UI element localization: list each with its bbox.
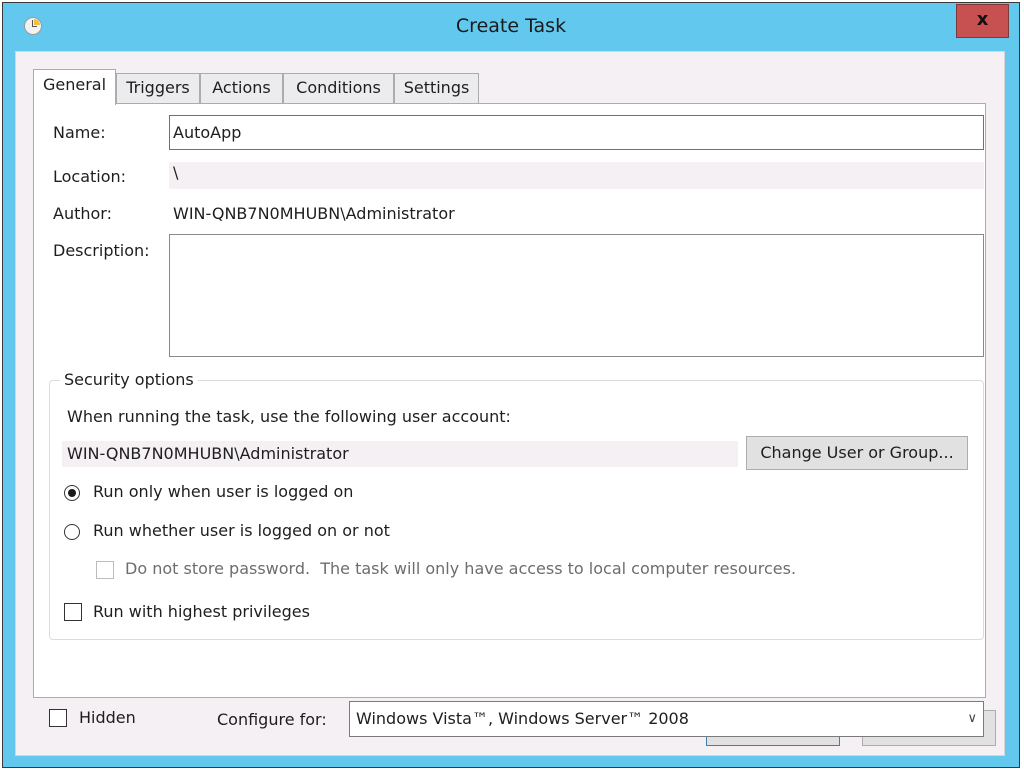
location-value: \ xyxy=(169,162,984,189)
dialog-body: General Triggers Actions Conditions Sett… xyxy=(15,51,1005,756)
chevron-down-icon: ∨ xyxy=(967,711,977,726)
name-label: Name: xyxy=(53,123,106,142)
change-user-or-group-button[interactable]: Change User or Group... xyxy=(746,436,968,470)
run-whether-logged-on-label[interactable]: Run whether user is logged on or not xyxy=(93,521,390,540)
configure-for-value: Windows Vista™, Windows Server™ 2008 xyxy=(356,709,689,728)
highest-privileges-checkbox[interactable] xyxy=(64,603,82,621)
security-options-legend: Security options xyxy=(60,370,198,389)
author-value: WIN-QNB7N0MHUBN\Administrator xyxy=(173,204,455,223)
tab-conditions[interactable]: Conditions xyxy=(283,73,394,103)
run-only-logged-on-radio[interactable] xyxy=(64,485,80,501)
author-label: Author: xyxy=(53,204,112,223)
run-whether-logged-on-radio[interactable] xyxy=(64,524,80,540)
general-tab-panel: Name: Location: \ Author: WIN-QNB7N0MHUB… xyxy=(33,103,986,737)
description-input[interactable] xyxy=(169,234,984,357)
create-task-window: Create Task x General Triggers Actions C… xyxy=(2,2,1020,768)
close-button[interactable]: x xyxy=(956,4,1009,38)
tab-general[interactable]: General xyxy=(33,69,116,105)
title-bar[interactable]: Create Task x xyxy=(3,3,1019,51)
account-prompt: When running the task, use the following… xyxy=(67,407,511,426)
run-only-logged-on-label[interactable]: Run only when user is logged on xyxy=(93,482,353,501)
do-not-store-password-label: Do not store password. The task will onl… xyxy=(125,559,797,578)
tab-actions[interactable]: Actions xyxy=(200,73,283,103)
tab-settings[interactable]: Settings xyxy=(394,73,479,103)
security-options-group: Security options When running the task, … xyxy=(49,370,984,640)
configure-for-dropdown[interactable]: Windows Vista™, Windows Server™ 2008 ∨ xyxy=(349,701,984,737)
name-input[interactable] xyxy=(169,115,984,150)
tab-triggers[interactable]: Triggers xyxy=(116,73,200,103)
do-not-store-password-checkbox[interactable] xyxy=(96,561,114,579)
highest-privileges-label[interactable]: Run with highest privileges xyxy=(93,602,310,621)
hidden-checkbox[interactable] xyxy=(49,709,67,727)
configure-for-label: Configure for: xyxy=(217,710,327,729)
hidden-label[interactable]: Hidden xyxy=(79,708,136,727)
window-title: Create Task xyxy=(455,15,567,37)
description-label: Description: xyxy=(53,241,150,260)
user-account-value: WIN-QNB7N0MHUBN\Administrator xyxy=(62,441,738,467)
location-label: Location: xyxy=(53,167,127,186)
